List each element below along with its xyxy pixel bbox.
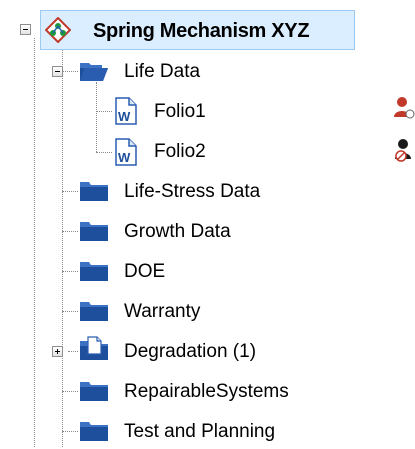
folder-icon (78, 419, 110, 448)
tree-guide (68, 351, 78, 352)
folio1-node[interactable]: Folio1 (154, 93, 206, 129)
life-data-collapse-toggle[interactable] (52, 66, 63, 77)
tree-guide (62, 191, 78, 192)
folder-degradation[interactable]: Degradation (1) (124, 333, 256, 369)
folder-doe[interactable]: DOE (124, 253, 165, 289)
tree-guide (96, 152, 112, 153)
folder-icon (78, 179, 110, 208)
folder-icon (78, 259, 110, 288)
folder-label[interactable]: Test and Planning (124, 422, 275, 441)
tree-guide (62, 431, 78, 432)
folio2-label[interactable]: Folio2 (154, 142, 206, 161)
folder-icon (78, 219, 110, 248)
folder-warranty[interactable]: Warranty (124, 293, 200, 329)
tree-guide-sub (62, 38, 63, 447)
user-checked-icon (393, 95, 415, 126)
tree-guide-life-data (96, 82, 97, 152)
folder-label[interactable]: Degradation (1) (124, 342, 256, 361)
folder-label[interactable]: DOE (124, 262, 165, 281)
root-node-label-wrap: Spring Mechanism XYZ (93, 13, 310, 49)
tree-guide (62, 271, 78, 272)
tree-guide (62, 391, 78, 392)
life-data-node[interactable]: Life Data (124, 53, 200, 89)
folder-label[interactable]: RepairableSystems (124, 382, 289, 401)
folder-icon (78, 299, 110, 328)
tree-guide (96, 111, 112, 112)
folder-icon (78, 379, 110, 408)
folio1-label[interactable]: Folio1 (154, 102, 206, 121)
project-tree: Spring Mechanism XYZ Life Data W Folio1 (0, 0, 415, 447)
folder-life-stress-data[interactable]: Life-Stress Data (124, 173, 260, 209)
folder-label[interactable]: Growth Data (124, 222, 231, 241)
tree-guide (62, 311, 78, 312)
root-label[interactable]: Spring Mechanism XYZ (93, 21, 310, 41)
folder-repairable-systems[interactable]: RepairableSystems (124, 373, 289, 409)
tree-guide (62, 231, 78, 232)
svg-text:W: W (118, 150, 131, 165)
folder-label[interactable]: Life-Stress Data (124, 182, 260, 201)
svg-text:W: W (118, 109, 131, 124)
folder-open-icon (78, 59, 110, 88)
folder-with-document-icon (78, 336, 110, 367)
user-restricted-icon (393, 137, 415, 168)
system-hierarchy-icon (44, 16, 72, 48)
root-collapse-toggle[interactable] (20, 24, 31, 35)
folder-label[interactable]: Warranty (124, 302, 200, 321)
degradation-expand-toggle[interactable] (52, 346, 63, 357)
folder-growth-data[interactable]: Growth Data (124, 213, 231, 249)
folio-document-icon: W (114, 97, 138, 130)
folio2-node[interactable]: Folio2 (154, 133, 206, 169)
tree-guide-root (34, 38, 35, 447)
folder-test-and-planning[interactable]: Test and Planning (124, 413, 275, 449)
life-data-label[interactable]: Life Data (124, 62, 200, 81)
tree-guide (62, 71, 78, 72)
folio-document-icon: W (114, 138, 138, 171)
